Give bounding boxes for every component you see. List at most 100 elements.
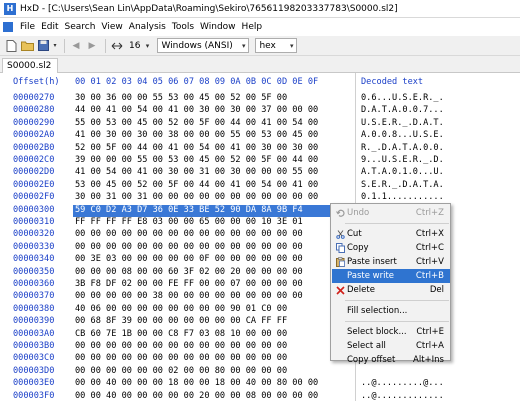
menu-item-shortcut: Ctrl+Z [415,208,444,218]
hex-row[interactable]: 00000270 30 00 36 00 00 55 53 00 45 00 52… [0,93,520,106]
save-icon[interactable] [36,39,50,53]
charset-select[interactable]: Windows (ANSI) ▾ [157,38,250,53]
menu-item-label: Undo [347,208,370,218]
menu-item-label: Cut [347,229,362,239]
menu-item-copy[interactable]: Copy Ctrl+C [332,241,450,255]
row-decoded-text[interactable]: A.T.A.0.1.0...U. [361,167,444,177]
hex-row[interactable]: 000002D0 41 00 54 00 41 00 30 00 31 00 30… [0,167,520,180]
menu-search[interactable]: Search [62,22,99,32]
row-offset: 000003C0 [13,353,55,364]
menu-item-shortcut: Alt+Ins [413,355,444,365]
hex-row[interactable]: 000002C0 39 00 00 00 55 00 53 00 45 00 52… [0,155,520,168]
chevron-down-icon: ▾ [289,41,294,50]
row-bytes[interactable]: 41 00 54 00 41 00 30 00 31 00 30 00 00 0… [75,167,318,177]
bytes-per-row-dropdown-icon[interactable]: ▾ [143,39,151,53]
forward-arrow-icon[interactable]: ▶ [85,39,99,53]
menu-help[interactable]: Help [239,22,266,32]
row-bytes[interactable]: 30 00 31 00 31 00 00 00 00 00 00 00 00 0… [75,192,318,202]
row-bytes[interactable]: FF FF FF FF E8 03 00 00 65 00 00 00 10 3… [75,217,303,227]
row-decoded-text[interactable]: R._.D.A.T.A.0.0. [361,143,444,153]
menu-item-shortcut: Ctrl+X [415,229,444,239]
row-bytes[interactable]: 00 3E 03 00 00 00 00 00 0F 00 00 00 00 0… [75,254,303,264]
row-bytes[interactable]: 30 00 36 00 00 55 53 00 45 00 52 00 5F 0… [75,93,287,103]
row-bytes[interactable]: 40 06 00 00 00 00 00 00 00 00 90 01 C0 0… [75,304,287,314]
menu-tools[interactable]: Tools [169,22,197,32]
row-offset: 00000320 [13,229,55,240]
row-bytes[interactable]: 00 00 00 08 00 00 60 3F 02 00 20 00 00 0… [75,267,303,277]
row-bytes[interactable]: 00 68 8F 39 00 00 00 00 00 00 00 CA FF F… [75,316,287,326]
row-bytes[interactable]: 00 00 40 00 00 00 00 00 20 00 00 08 00 0… [75,391,318,401]
menu-edit[interactable]: Edit [38,22,61,32]
row-decoded-text[interactable]: A.0.0.8...U.S.E. [361,130,444,140]
row-offset: 00000380 [13,303,55,314]
row-bytes[interactable]: CB 60 7E 1B 00 00 C8 F7 03 08 10 00 00 0… [75,329,287,339]
menu-item-paste-insert[interactable]: Paste insert Ctrl+V [332,255,450,269]
hex-row[interactable]: 000003F0 00 00 40 00 00 00 00 00 20 00 00… [0,391,520,401]
document-icon[interactable] [3,22,13,32]
row-bytes[interactable]: 00 00 00 00 00 00 00 00 00 00 00 00 00 0… [75,341,287,351]
menu-item-shortcut: Ctrl+A [415,341,444,351]
row-bytes[interactable]: 52 00 5F 00 44 00 41 00 54 00 41 00 30 0… [75,143,318,153]
menu-item-select-block[interactable]: Select block... Ctrl+E [332,325,450,339]
row-bytes[interactable]: 00 00 00 00 00 00 00 00 00 00 00 00 00 0… [75,229,303,239]
back-arrow-icon[interactable]: ◀ [69,39,83,53]
context-menu: Undo Ctrl+Z Cut Ctrl+X Copy Ctrl+C Paste inser… [330,203,451,365]
chevron-down-icon: ▾ [241,41,246,50]
menu-item-select-all[interactable]: Select all Ctrl+A [332,339,450,353]
menu-item-label: Paste insert [347,257,397,267]
menu-view[interactable]: View [98,22,125,32]
menu-item-label: Copy [347,243,369,253]
menu-analysis[interactable]: Analysis [126,22,169,32]
row-decoded-text[interactable]: 0.6...U.S.E.R._. [361,93,444,103]
hex-row[interactable]: 000003D0 00 00 00 00 00 00 02 00 00 80 00… [0,366,520,379]
row-decoded-text[interactable]: ..@.........@... [361,378,444,388]
menu-item-copy-offset[interactable]: Copy offset Alt+Ins [332,353,450,367]
new-file-icon[interactable] [4,39,18,53]
row-bytes[interactable]: 39 00 00 00 55 00 53 00 45 00 52 00 5F 0… [75,155,318,165]
charset-value: Windows (ANSI) [161,40,233,51]
menu-item-paste-write[interactable]: Paste write Ctrl+B [332,269,450,283]
hex-row[interactable]: 000002A0 41 00 30 00 30 00 38 00 00 00 55… [0,130,520,143]
tab-s0000[interactable]: S0000.sl2 [2,58,58,73]
row-bytes[interactable]: 00 00 40 00 00 00 18 00 00 18 00 40 00 8… [75,378,318,388]
row-offset: 000002E0 [13,179,55,190]
menu-item-cut[interactable]: Cut Ctrl+X [332,227,450,241]
row-bytes[interactable]: 00 00 00 00 00 38 00 00 00 00 00 00 00 0… [75,291,303,301]
row-decoded-text[interactable]: U.S.E.R._.D.A.T. [361,118,444,128]
row-bytes[interactable]: 44 00 41 00 54 00 41 00 30 00 30 00 37 0… [75,105,318,115]
hex-row[interactable]: 000003E0 00 00 40 00 00 00 18 00 00 18 00… [0,378,520,391]
menu-item-undo[interactable]: Undo Ctrl+Z [332,206,450,220]
menu-item-delete[interactable]: Delete Del [332,283,450,297]
save-dropdown-icon[interactable]: ▾ [52,39,58,53]
row-bytes[interactable]: 3B F8 DF 02 00 00 FE FF 00 00 07 00 00 0… [75,279,303,289]
row-bytes[interactable]: 00 00 00 00 00 00 02 00 00 80 00 00 00 0… [75,366,287,376]
row-offset: 000003B0 [13,341,55,351]
row-bytes[interactable]: 00 00 00 00 00 00 00 00 00 00 00 00 00 0… [75,242,303,252]
row-bytes[interactable]: 55 00 53 00 45 00 52 00 5F 00 44 00 41 0… [75,118,318,128]
offset-header: Offset(h) [13,77,60,87]
menu-item-fill-selection[interactable]: Fill selection... [332,304,450,318]
menu-item-shortcut: Del [429,285,444,295]
row-offset: 000002C0 [13,155,55,165]
menu-file[interactable]: File [17,22,38,32]
row-bytes[interactable]: 00 00 00 00 00 00 00 00 00 00 00 00 00 0… [75,353,287,363]
row-bytes[interactable]: 59 C0 D2 A3 D7 36 0E 33 BE 52 90 DA 8A 9… [75,205,308,215]
open-folder-icon[interactable] [20,39,34,53]
hex-row[interactable]: 00000280 44 00 41 00 54 00 41 00 30 00 30… [0,105,520,118]
toolbar: ▾ ◀ ▶ 16 ▾ Windows (ANSI) ▾ hex ▾ [0,36,520,56]
display-mode-select[interactable]: hex ▾ [255,38,298,53]
row-decoded-text[interactable]: S.E.R._.D.A.T.A. [361,180,444,190]
row-decoded-text[interactable]: ..@............. [361,391,444,401]
menu-window[interactable]: Window [197,22,239,32]
row-bytes[interactable]: 53 00 45 00 52 00 5F 00 44 00 41 00 54 0… [75,180,318,190]
row-decoded-text[interactable]: 0.1.1........... [361,192,444,202]
hex-row[interactable]: 00000290 55 00 53 00 45 00 52 00 5F 00 44… [0,118,520,131]
row-offset: 00000370 [13,291,55,302]
row-offset: 00000330 [13,241,55,252]
row-bytes[interactable]: 41 00 30 00 30 00 38 00 00 00 55 00 53 0… [75,130,318,140]
row-decoded-text[interactable]: 9...U.S.E.R._.D. [361,155,444,165]
hex-row[interactable]: 000002E0 53 00 45 00 52 00 5F 00 44 00 41… [0,180,520,193]
menu-item-shortcut: Ctrl+B [415,271,444,281]
hex-row[interactable]: 000002B0 52 00 5F 00 44 00 41 00 54 00 41… [0,143,520,156]
row-decoded-text[interactable]: D.A.T.A.0.0.7... [361,105,444,115]
